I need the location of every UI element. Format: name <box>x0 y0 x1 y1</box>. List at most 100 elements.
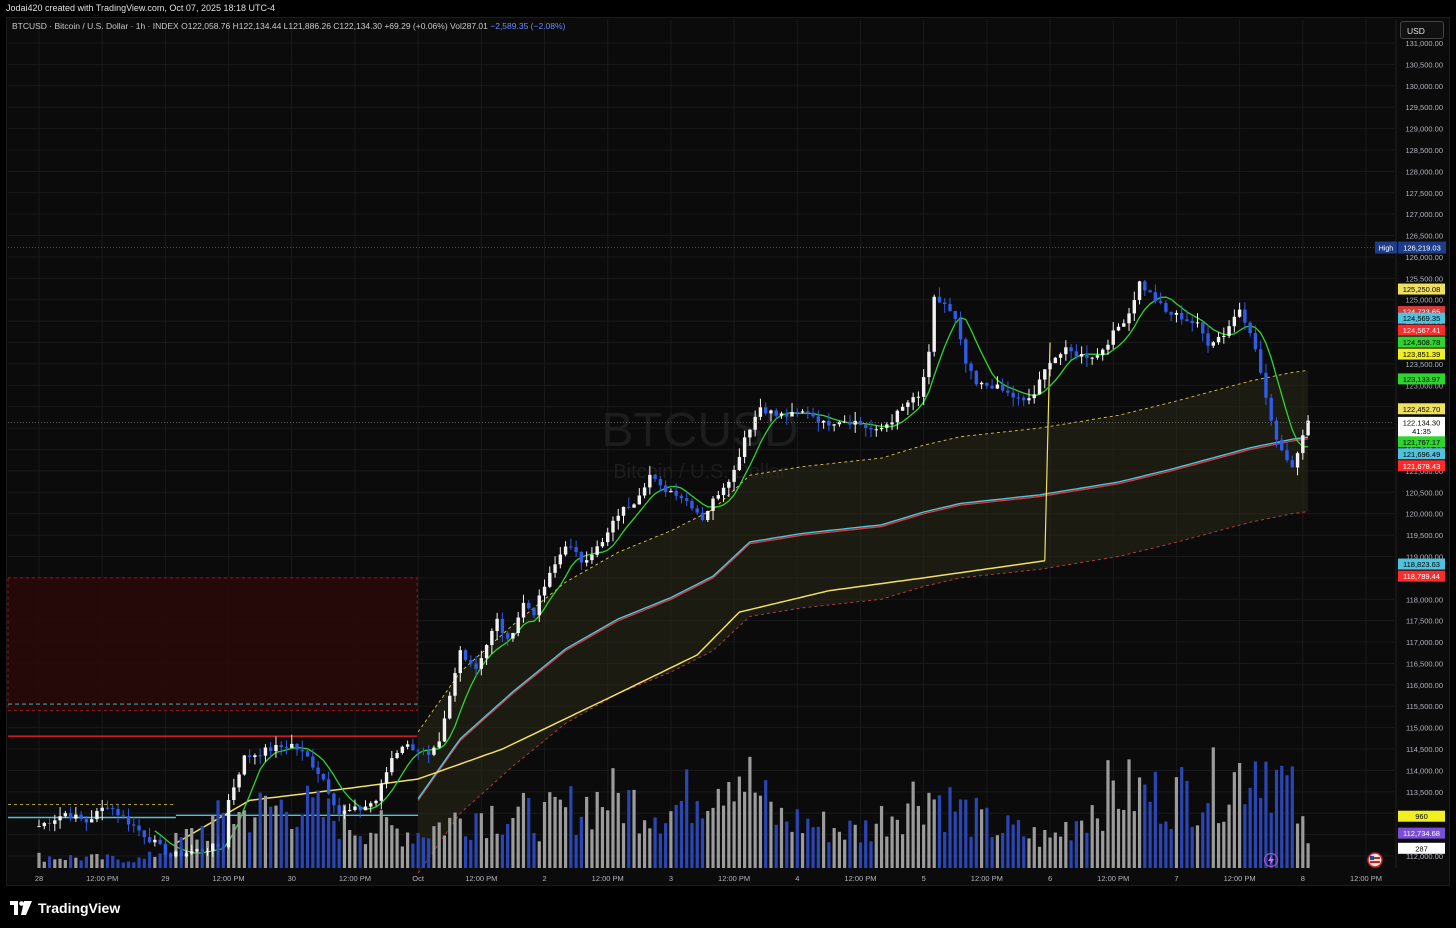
candle-body[interactable] <box>511 633 515 639</box>
candle-body[interactable] <box>932 296 936 352</box>
candle-body[interactable] <box>1264 372 1268 398</box>
candle-body[interactable] <box>237 774 241 788</box>
candle-body[interactable] <box>974 370 979 385</box>
candle-body[interactable] <box>869 427 873 430</box>
candle-body[interactable] <box>453 673 457 696</box>
candle-body[interactable] <box>1206 333 1210 346</box>
candle-body[interactable] <box>89 819 94 823</box>
candle-body[interactable] <box>916 396 921 398</box>
candle-body[interactable] <box>1000 384 1005 391</box>
candle-body[interactable] <box>84 818 89 823</box>
candle-body[interactable] <box>432 747 436 755</box>
candle-body[interactable] <box>606 532 610 543</box>
lightning-icon[interactable] <box>1263 852 1279 868</box>
candle-body[interactable] <box>74 814 78 819</box>
candle-body[interactable] <box>63 813 68 817</box>
candle-body[interactable] <box>1064 347 1068 355</box>
candle-body[interactable] <box>232 787 236 801</box>
candle-body[interactable] <box>721 487 726 496</box>
candle-body[interactable] <box>1032 394 1036 399</box>
candle-body[interactable] <box>827 420 831 426</box>
candle-body[interactable] <box>858 420 863 425</box>
candle-body[interactable] <box>190 851 194 854</box>
candle-body[interactable] <box>379 783 383 801</box>
candle-body[interactable] <box>579 551 584 563</box>
candle-body[interactable] <box>653 474 657 480</box>
candle-body[interactable] <box>658 479 663 486</box>
candle-body[interactable] <box>474 663 478 669</box>
candle-body[interactable] <box>205 851 210 853</box>
candle-body[interactable] <box>221 846 226 848</box>
candle-body[interactable] <box>616 515 620 521</box>
candle-body[interactable] <box>1179 312 1184 320</box>
candle-body[interactable] <box>900 406 905 411</box>
candle-body[interactable] <box>716 495 720 499</box>
candle-body[interactable] <box>1185 319 1189 321</box>
candle-body[interactable] <box>258 755 262 757</box>
candle-body[interactable] <box>906 402 910 407</box>
candle-body[interactable] <box>1274 420 1279 440</box>
candle-body[interactable] <box>1106 344 1110 350</box>
candle-body[interactable] <box>1095 355 1100 358</box>
candle-body[interactable] <box>1085 354 1089 358</box>
candle-body[interactable] <box>105 807 110 809</box>
candle-body[interactable] <box>1116 326 1121 331</box>
candle-body[interactable] <box>242 755 247 775</box>
candle-body[interactable] <box>421 750 426 752</box>
candle-body[interactable] <box>779 413 784 416</box>
candle-body[interactable] <box>742 437 747 457</box>
candle-body[interactable] <box>1269 397 1273 421</box>
candle-body[interactable] <box>163 843 168 855</box>
candle-body[interactable] <box>79 814 83 819</box>
candle-body[interactable] <box>1280 439 1284 451</box>
flag-icon[interactable] <box>1366 851 1384 869</box>
candle-body[interactable] <box>1101 349 1105 356</box>
candle-body[interactable] <box>584 560 589 563</box>
candle-body[interactable] <box>1237 309 1242 317</box>
candle-body[interactable] <box>563 546 568 555</box>
candle-body[interactable] <box>964 339 968 364</box>
candle-body[interactable] <box>284 747 289 749</box>
candle-body[interactable] <box>1058 354 1063 358</box>
candle-body[interactable] <box>953 311 957 319</box>
candle-body[interactable] <box>1016 397 1021 399</box>
candle-body[interactable] <box>600 542 605 547</box>
candle-body[interactable] <box>590 554 594 561</box>
candle-body[interactable] <box>111 807 115 809</box>
candle-body[interactable] <box>1306 420 1310 436</box>
candle-body[interactable] <box>1290 460 1294 468</box>
candle-body[interactable] <box>1006 390 1010 393</box>
candle-body[interactable] <box>1053 357 1058 364</box>
candle-body[interactable] <box>1090 357 1094 359</box>
candle-body[interactable] <box>363 806 368 811</box>
candle-body[interactable] <box>311 756 315 768</box>
candle-body[interactable] <box>1122 323 1126 327</box>
candle-body[interactable] <box>268 747 273 752</box>
candle-body[interactable] <box>1027 398 1031 401</box>
candle-body[interactable] <box>358 806 362 811</box>
candle-body[interactable] <box>500 618 505 634</box>
candle-body[interactable] <box>426 751 431 755</box>
candle-body[interactable] <box>1295 453 1300 468</box>
candle-body[interactable] <box>700 512 705 521</box>
candle-body[interactable] <box>611 520 615 533</box>
candle-body[interactable] <box>685 498 689 501</box>
candle-body[interactable] <box>648 474 652 488</box>
candle-body[interactable] <box>769 410 773 414</box>
candle-body[interactable] <box>1164 303 1168 312</box>
candle-body[interactable] <box>621 506 626 516</box>
candle-body[interactable] <box>674 490 678 496</box>
candle-body[interactable] <box>53 820 57 824</box>
candle-body[interactable] <box>1169 311 1173 315</box>
candle-body[interactable] <box>937 296 942 303</box>
candle-body[interactable] <box>1195 322 1200 324</box>
candle-body[interactable] <box>1137 281 1142 301</box>
candle-body[interactable] <box>1216 336 1221 343</box>
candle-body[interactable] <box>690 500 694 509</box>
candle-body[interactable] <box>200 849 204 852</box>
candle-body[interactable] <box>679 495 684 499</box>
chart-svg[interactable]: BTCUSD Bitcoin / U.S. Dollar 112,000.001… <box>0 0 1456 928</box>
candle-body[interactable] <box>211 843 215 852</box>
candle-body[interactable] <box>369 803 373 807</box>
candle-body[interactable] <box>332 793 336 806</box>
